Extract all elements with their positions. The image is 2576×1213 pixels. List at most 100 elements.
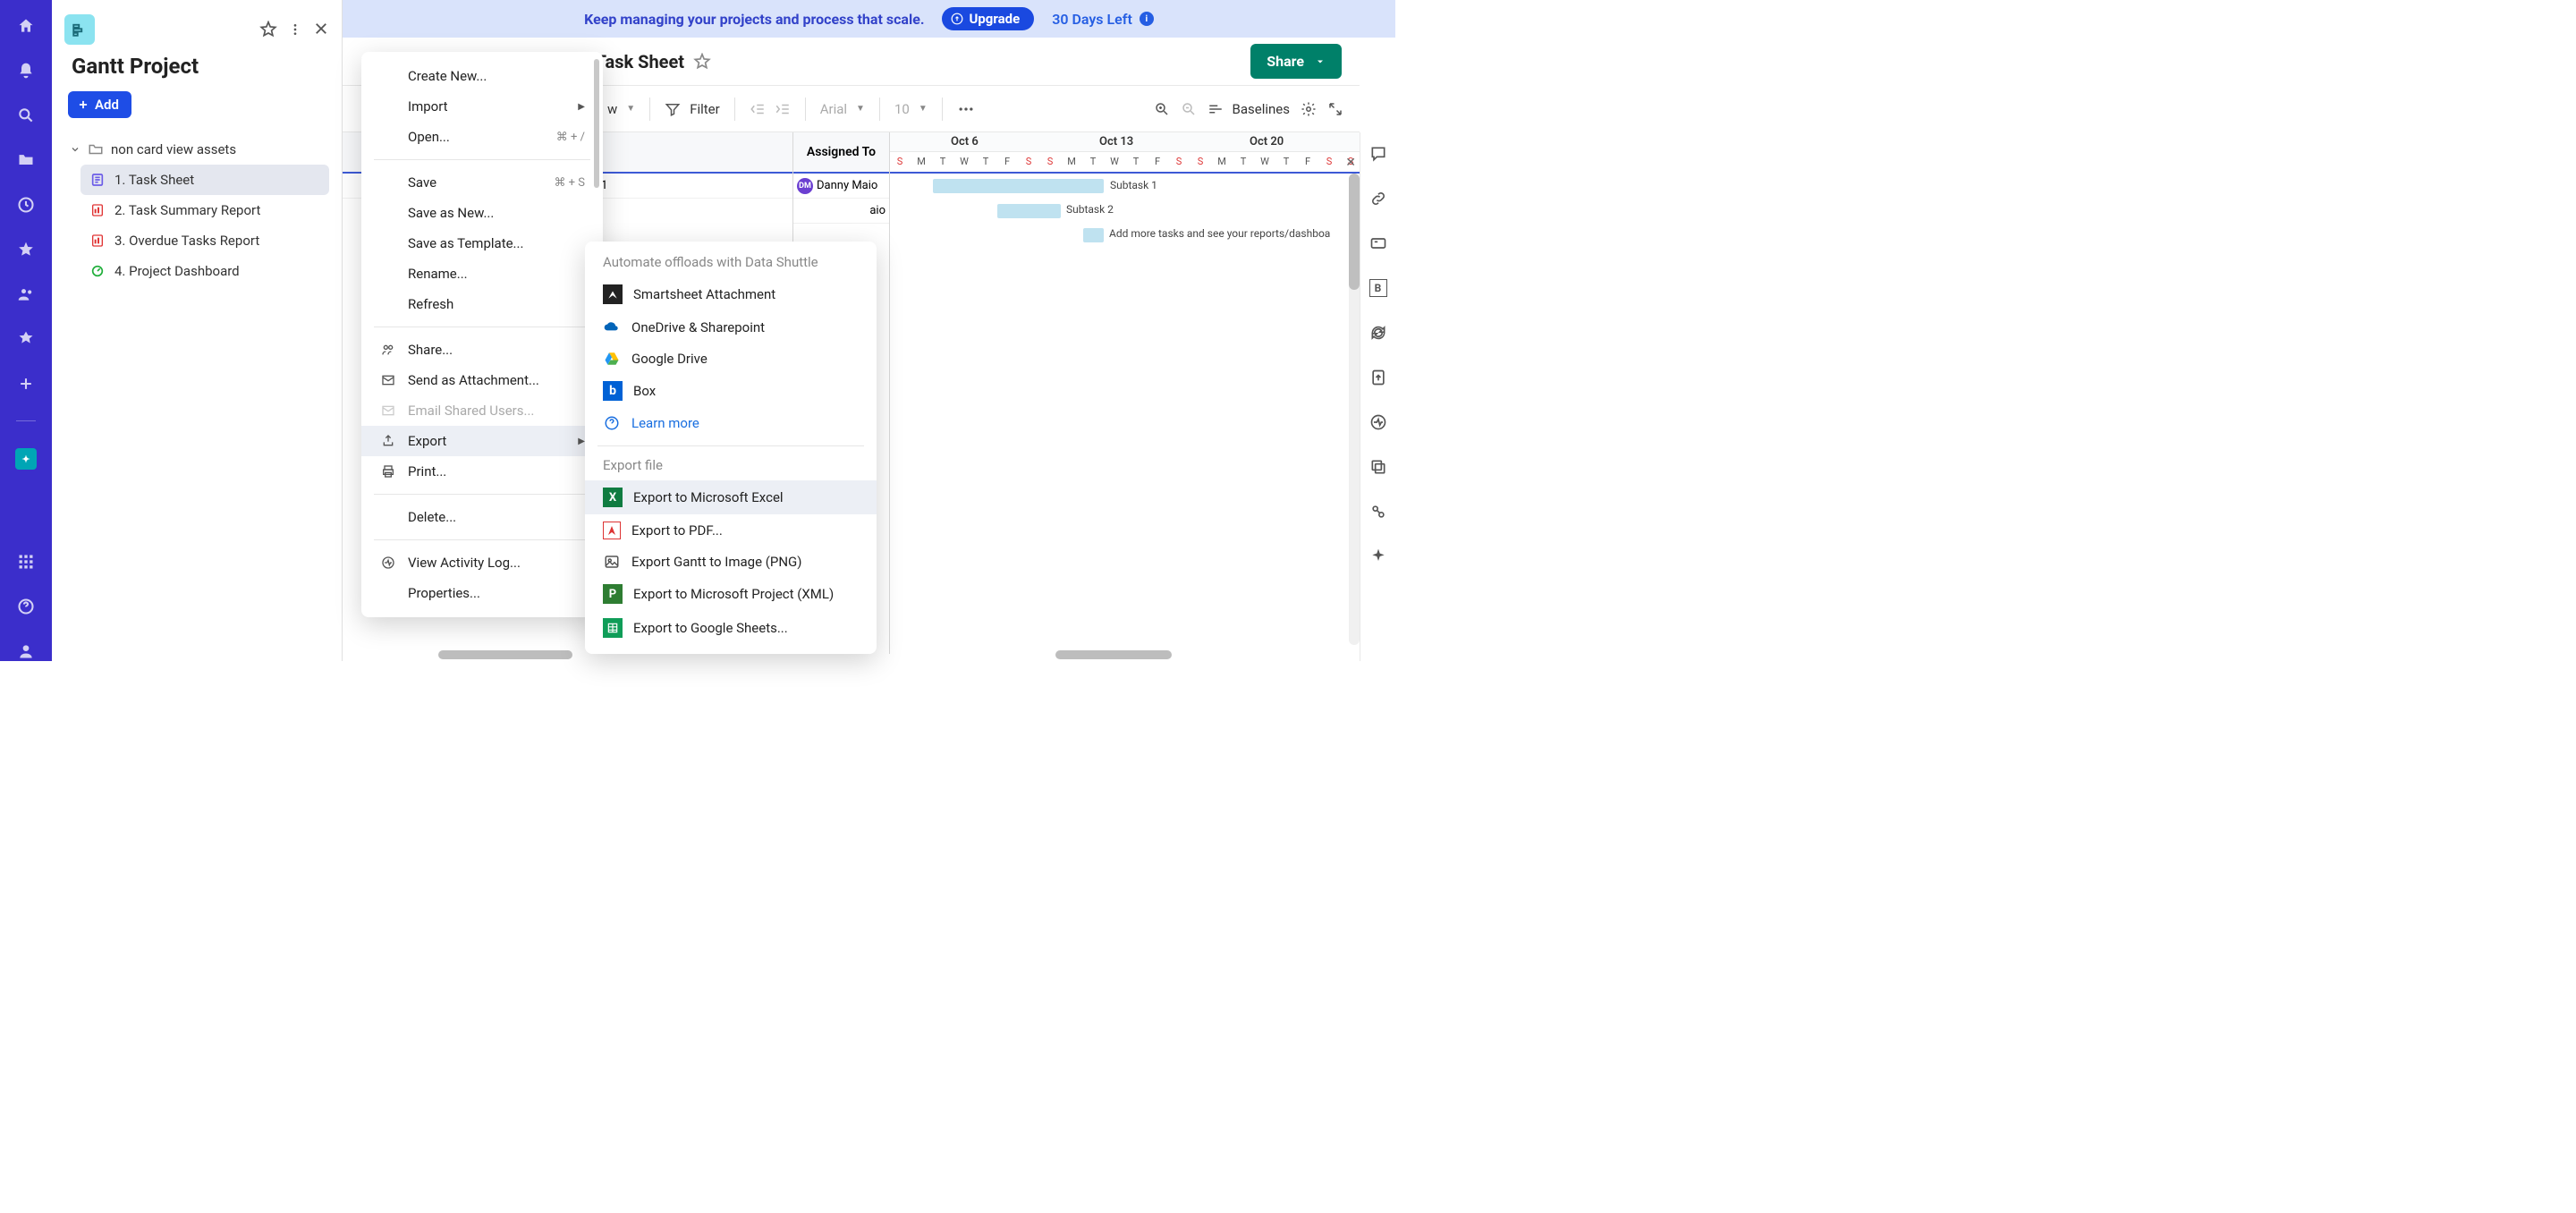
- learn-more-link[interactable]: Learn more: [585, 408, 877, 438]
- comment-icon[interactable]: [1369, 145, 1387, 163]
- day-label: S: [1022, 156, 1035, 167]
- apps-icon[interactable]: [16, 552, 36, 572]
- table-row[interactable]: aio: [793, 199, 889, 224]
- baselines-button[interactable]: Baselines: [1208, 101, 1290, 117]
- menu-share[interactable]: Share...: [361, 335, 603, 365]
- clock-icon[interactable]: [16, 195, 36, 215]
- menu-open[interactable]: Open...⌘ + /: [361, 122, 603, 152]
- submenu-export-msproject[interactable]: PExport to Microsoft Project (XML): [585, 577, 877, 611]
- refresh-icon[interactable]: [1369, 324, 1387, 342]
- chevron-down-icon: [70, 144, 80, 155]
- scrollbar-horizontal[interactable]: [1055, 650, 1172, 659]
- tree-item-label: 2. Task Summary Report: [114, 202, 260, 218]
- table-row[interactable]: DM Danny Maio: [793, 174, 889, 199]
- folder-icon[interactable]: [16, 150, 36, 170]
- star-outline-icon[interactable]: [259, 21, 277, 38]
- tree-item-task-sheet[interactable]: 1. Task Sheet: [80, 165, 329, 195]
- plus-icon[interactable]: [16, 374, 36, 394]
- day-label: S: [1044, 156, 1056, 167]
- more-vertical-icon[interactable]: [288, 21, 302, 38]
- menu-print[interactable]: Print...: [361, 456, 603, 487]
- tree-item-overdue-report[interactable]: 3. Overdue Tasks Report: [80, 225, 329, 256]
- menu-save[interactable]: Save⌘ + S: [361, 167, 603, 198]
- menu-separator: [374, 494, 590, 495]
- add-button[interactable]: Add: [68, 91, 131, 118]
- submenu-box[interactable]: bBox: [585, 374, 877, 408]
- submenu-export-pdf[interactable]: Export to PDF...: [585, 514, 877, 547]
- upload-icon[interactable]: [1369, 369, 1387, 386]
- star-icon[interactable]: [16, 240, 36, 259]
- menu-activity-log[interactable]: View Activity Log...: [361, 547, 603, 578]
- day-label: M: [915, 156, 928, 167]
- bell-icon[interactable]: [16, 61, 36, 81]
- zoom-in-icon[interactable]: [1154, 101, 1170, 117]
- upgrade-label: Upgrade: [969, 11, 1020, 27]
- workspaces-icon[interactable]: [16, 329, 36, 349]
- share-button[interactable]: Share: [1250, 44, 1342, 79]
- filter-button[interactable]: Filter: [665, 101, 720, 117]
- tree-item-summary-report[interactable]: 2. Task Summary Report: [80, 195, 329, 225]
- submenu-smartsheet-attachment[interactable]: Smartsheet Attachment: [585, 277, 877, 311]
- day-label: S: [1173, 156, 1185, 167]
- sparkle-icon[interactable]: [1369, 547, 1387, 565]
- menu-properties[interactable]: Properties...: [361, 578, 603, 608]
- days-left[interactable]: 30 Days Left i: [1052, 11, 1154, 28]
- font-size-select[interactable]: 10 ▼: [894, 101, 928, 117]
- menu-save-as-new[interactable]: Save as New...: [361, 198, 603, 228]
- more-horizontal-icon[interactable]: [957, 100, 975, 118]
- activity-icon[interactable]: [1369, 413, 1387, 431]
- submenu-title: Automate offloads with Data Shuttle: [585, 250, 877, 277]
- submenu-gdrive[interactable]: Google Drive: [585, 344, 877, 374]
- day-label: W: [1108, 156, 1121, 167]
- bar-label: Add more tasks and see your reports/dash…: [1109, 227, 1330, 240]
- ai-badge-icon[interactable]: ✦: [15, 448, 37, 470]
- upgrade-button[interactable]: Upgrade: [942, 7, 1034, 30]
- submenu-onedrive[interactable]: OneDrive & Sharepoint: [585, 311, 877, 344]
- submenu-export-excel[interactable]: XExport to Microsoft Excel: [585, 480, 877, 514]
- indent-icon[interactable]: [775, 101, 791, 117]
- star-outline-icon[interactable]: [693, 53, 711, 71]
- profile-icon[interactable]: [16, 641, 36, 661]
- people-icon[interactable]: [16, 284, 36, 304]
- copy-icon[interactable]: [1369, 458, 1387, 476]
- gear-icon[interactable]: [1301, 101, 1317, 117]
- gantt-bar[interactable]: [933, 179, 1104, 193]
- menu-save-as-template[interactable]: Save as Template...: [361, 228, 603, 259]
- tree-item-dashboard[interactable]: 4. Project Dashboard: [80, 256, 329, 286]
- menu-send-attachment[interactable]: Send as Attachment...: [361, 365, 603, 395]
- scrollbar-horizontal[interactable]: [438, 650, 572, 659]
- menu-create-new[interactable]: Create New...: [361, 61, 603, 91]
- tree-folder[interactable]: non card view assets: [64, 138, 329, 161]
- gantt-bar[interactable]: [997, 204, 1061, 218]
- link-icon[interactable]: [1369, 190, 1387, 208]
- plugin-icon[interactable]: [1369, 503, 1387, 521]
- search-icon[interactable]: [16, 106, 36, 125]
- menu-refresh[interactable]: Refresh: [361, 289, 603, 319]
- onedrive-icon: [603, 318, 621, 336]
- help-icon[interactable]: [16, 597, 36, 616]
- gantt-bar[interactable]: [1083, 228, 1104, 242]
- font-size-value: 10: [894, 101, 910, 117]
- scrollbar-vertical[interactable]: [1349, 174, 1360, 645]
- day-label: T: [1130, 156, 1142, 167]
- outdent-icon[interactable]: [750, 101, 766, 117]
- menu-email-shared: Email Shared Users...: [361, 395, 603, 426]
- proof-icon[interactable]: [1369, 234, 1387, 252]
- menu-rename[interactable]: Rename...: [361, 259, 603, 289]
- submenu-export-gsheets[interactable]: Export to Google Sheets...: [585, 611, 877, 645]
- menu-scrollbar[interactable]: [594, 59, 599, 188]
- submenu-export-gantt-png[interactable]: Export Gantt to Image (PNG): [585, 547, 877, 577]
- toolbar-divider: [734, 98, 735, 121]
- menu-export[interactable]: Export▶: [361, 426, 603, 456]
- menu-delete[interactable]: Delete...: [361, 502, 603, 532]
- home-icon[interactable]: [16, 16, 36, 36]
- brand-icon[interactable]: B: [1369, 279, 1387, 297]
- zoom-out-icon[interactable]: [1181, 101, 1197, 117]
- close-timeline-icon[interactable]: ✕: [1345, 156, 1356, 170]
- chevron-right-icon: ▶: [578, 437, 585, 446]
- caret-down-icon[interactable]: ▼: [626, 104, 635, 114]
- expand-icon[interactable]: [1327, 101, 1343, 117]
- menu-import[interactable]: Import▶: [361, 91, 603, 122]
- close-icon[interactable]: [313, 21, 329, 38]
- font-select[interactable]: Arial ▼: [820, 101, 865, 117]
